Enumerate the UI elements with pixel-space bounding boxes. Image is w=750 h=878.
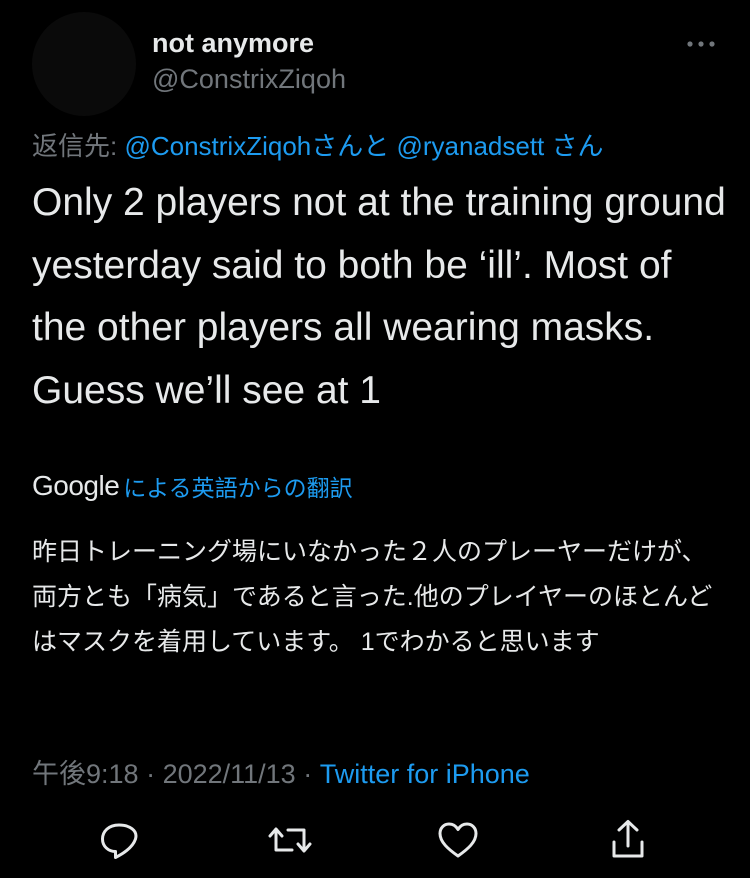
action-bar: [0, 818, 750, 862]
meta-separator: ·: [138, 759, 163, 789]
tweet-date[interactable]: 2022/11/13: [163, 759, 296, 789]
reply-connector: さんと: [311, 131, 397, 161]
translated-text: 昨日トレーニング場にいなかった２人のプレーヤーだけが、両方とも「病気」であると言…: [32, 538, 713, 656]
share-icon[interactable]: [606, 818, 650, 862]
more-icon[interactable]: [686, 34, 716, 54]
tweet-meta: 午後9:18 · 2022/11/13 · Twitter for iPhone: [32, 752, 530, 791]
avatar[interactable]: [32, 12, 136, 116]
retweet-icon[interactable]: [268, 818, 312, 862]
tweet-source[interactable]: Twitter for iPhone: [320, 759, 530, 789]
translation-label[interactable]: による英語からの翻訳: [123, 469, 352, 503]
tweet-time[interactable]: 午後9:18: [32, 759, 139, 789]
reply-prefix: 返信先:: [32, 131, 125, 161]
meta-separator: ·: [295, 759, 320, 789]
tweet-text: Only 2 players not at the training groun…: [32, 181, 726, 412]
google-logo: Google: [32, 470, 120, 501]
reply-context: 返信先: @ConstrixZiqohさんと @ryanadsett さん: [32, 126, 604, 163]
like-icon[interactable]: [436, 818, 480, 862]
display-name[interactable]: not anymore: [152, 28, 314, 59]
mention-link[interactable]: @ConstrixZiqoh: [124, 131, 311, 161]
reply-suffix: さん: [544, 131, 604, 161]
user-handle[interactable]: @ConstrixZiqoh: [152, 64, 346, 95]
reply-icon[interactable]: [98, 818, 142, 862]
mention-link[interactable]: @ryanadsett: [396, 131, 544, 161]
translation-attribution: Google による英語からの翻訳: [32, 466, 353, 506]
